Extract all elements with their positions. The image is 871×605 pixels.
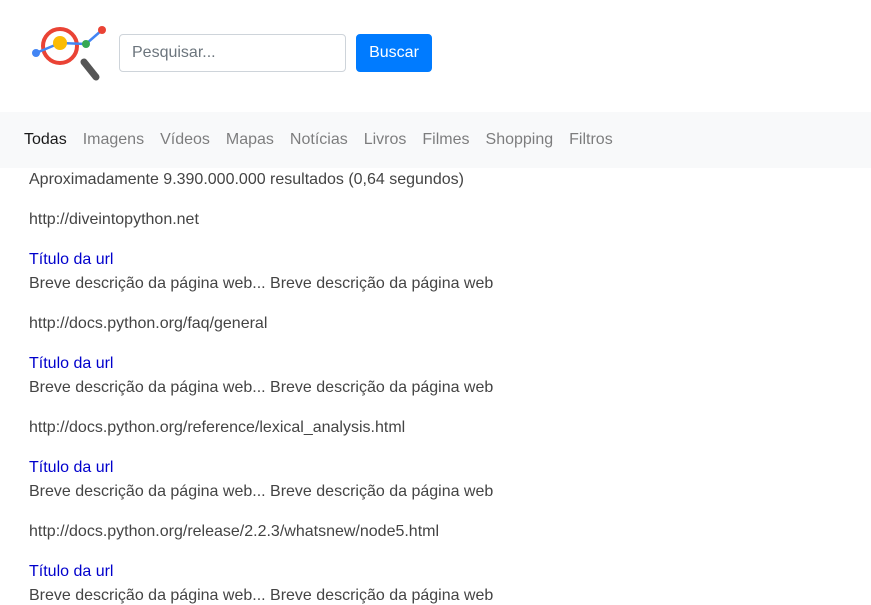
result-description: Breve descrição da página web... Breve d… <box>29 275 494 292</box>
header: Buscar <box>0 0 871 112</box>
result-url: http://docs.python.org/faq/general <box>29 315 268 332</box>
tab-shopping[interactable]: Shopping <box>478 131 562 148</box>
result-description: Breve descrição da página web... Breve d… <box>29 379 494 396</box>
tab-filtros[interactable]: Filtros <box>561 131 621 148</box>
result-title-link[interactable]: Título da url <box>29 355 113 373</box>
search-button[interactable]: Buscar <box>356 34 432 72</box>
result-title-link[interactable]: Título da url <box>29 563 113 581</box>
tab-filmes[interactable]: Filmes <box>414 131 477 148</box>
tab-videos[interactable]: Vídeos <box>152 131 218 148</box>
result-description: Breve descrição da página web... Breve d… <box>29 483 494 500</box>
result-url: http://diveintopython.net <box>29 211 199 228</box>
search-input[interactable] <box>119 34 346 72</box>
category-tabs: Todas Imagens Vídeos Mapas Notícias Livr… <box>16 112 621 168</box>
result-url: http://docs.python.org/release/2.2.3/wha… <box>29 523 440 540</box>
tab-mapas[interactable]: Mapas <box>218 131 282 148</box>
analytics-magnifier-logo-icon[interactable] <box>28 22 110 84</box>
search-category-navbar: Todas Imagens Vídeos Mapas Notícias Livr… <box>0 112 871 168</box>
tab-imagens[interactable]: Imagens <box>75 131 152 148</box>
result-url: http://docs.python.org/reference/lexical… <box>29 419 406 436</box>
tab-livros[interactable]: Livros <box>356 131 415 148</box>
result-description: Breve descrição da página web... Breve d… <box>29 587 494 604</box>
result-title-link[interactable]: Título da url <box>29 459 113 477</box>
tab-todas[interactable]: Todas <box>16 131 75 148</box>
result-title-link[interactable]: Título da url <box>29 251 113 269</box>
tab-noticias[interactable]: Notícias <box>282 131 356 148</box>
result-stats: Aproximadamente 9.390.000.000 resultados… <box>29 171 464 188</box>
